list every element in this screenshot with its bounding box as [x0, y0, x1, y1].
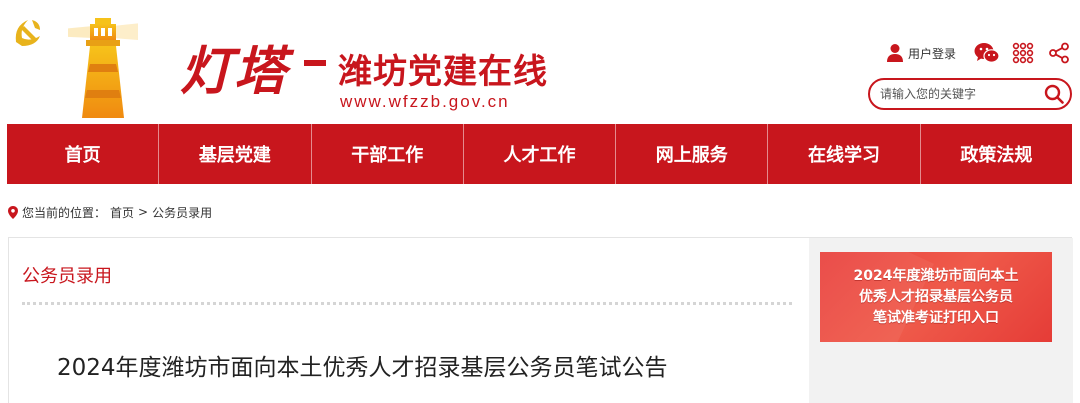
nav-item-cadre-work[interactable]: 干部工作 — [312, 124, 464, 184]
banner-line-2: 优秀人才招录基层公务员 — [859, 288, 1013, 305]
user-icon — [886, 44, 903, 62]
party-emblem-icon — [15, 20, 40, 46]
wechat-icon[interactable] — [974, 40, 1000, 66]
main-nav: 首页 基层党建 干部工作 人才工作 网上服务 在线学习 政策法规 — [7, 124, 1072, 184]
nav-item-online-learning[interactable]: 在线学习 — [768, 124, 921, 184]
site-header: 灯塔 潍坊党建在线 www.wfzzb.gov.cn 用户登录 — [0, 0, 1080, 124]
nav-item-grassroots-party[interactable]: 基层党建 — [159, 124, 312, 184]
site-url: www.wfzzb.gov.cn — [340, 92, 510, 111]
article-title: 2024年度潍坊市面向本土优秀人才招录基层公务员笔试公告 — [57, 355, 668, 381]
brand-logo-text: 灯塔 — [180, 41, 289, 102]
login-label: 用户登录 — [907, 46, 956, 61]
title-dash — [304, 60, 326, 66]
search-button[interactable] — [1040, 80, 1068, 108]
breadcrumb: 您当前的位置： 首页 > 公务员录用 — [8, 202, 212, 222]
section-title: 公务员录用 — [22, 266, 112, 287]
apps-grid-icon[interactable] — [1010, 40, 1036, 66]
nav-item-home[interactable]: 首页 — [7, 124, 160, 184]
article-column: 公务员录用 2024年度潍坊市面向本土优秀人才招录基层公务员笔试公告 — [9, 238, 809, 403]
top-toolbar: 用户登录 — [886, 38, 1072, 68]
site-logo[interactable]: 灯塔 潍坊党建在线 www.wfzzb.gov.cn — [8, 12, 568, 120]
search-icon — [1044, 84, 1064, 104]
sidebar: 2024年度潍坊市面向本土 优秀人才招录基层公务员 笔试准考证打印入口 — [809, 238, 1073, 403]
login-link[interactable]: 用户登录 — [886, 43, 956, 63]
location-pin-icon — [8, 205, 18, 219]
nav-item-talent-work[interactable]: 人才工作 — [464, 124, 617, 184]
nav-item-policy[interactable]: 政策法规 — [921, 124, 1072, 184]
search-box — [868, 78, 1072, 110]
breadcrumb-prefix: 您当前的位置： — [22, 205, 107, 220]
breadcrumb-current-link[interactable]: 公务员录用 — [152, 204, 212, 221]
admission-ticket-banner[interactable]: 2024年度潍坊市面向本土 优秀人才招录基层公务员 笔试准考证打印入口 — [820, 252, 1052, 342]
search-input[interactable] — [880, 81, 1040, 107]
breadcrumb-separator: > — [138, 205, 149, 219]
site-name: 潍坊党建在线 — [338, 52, 548, 92]
lighthouse-icon — [68, 18, 138, 118]
content-panel: 公务员录用 2024年度潍坊市面向本土优秀人才招录基层公务员笔试公告 2024年… — [8, 237, 1073, 403]
dotted-divider — [22, 302, 792, 305]
banner-line-3: 笔试准考证打印入口 — [873, 309, 999, 326]
banner-line-1: 2024年度潍坊市面向本土 — [853, 267, 1019, 284]
nav-item-online-service[interactable]: 网上服务 — [616, 124, 769, 184]
breadcrumb-home-link[interactable]: 首页 — [110, 204, 134, 221]
share-icon[interactable] — [1046, 40, 1072, 66]
